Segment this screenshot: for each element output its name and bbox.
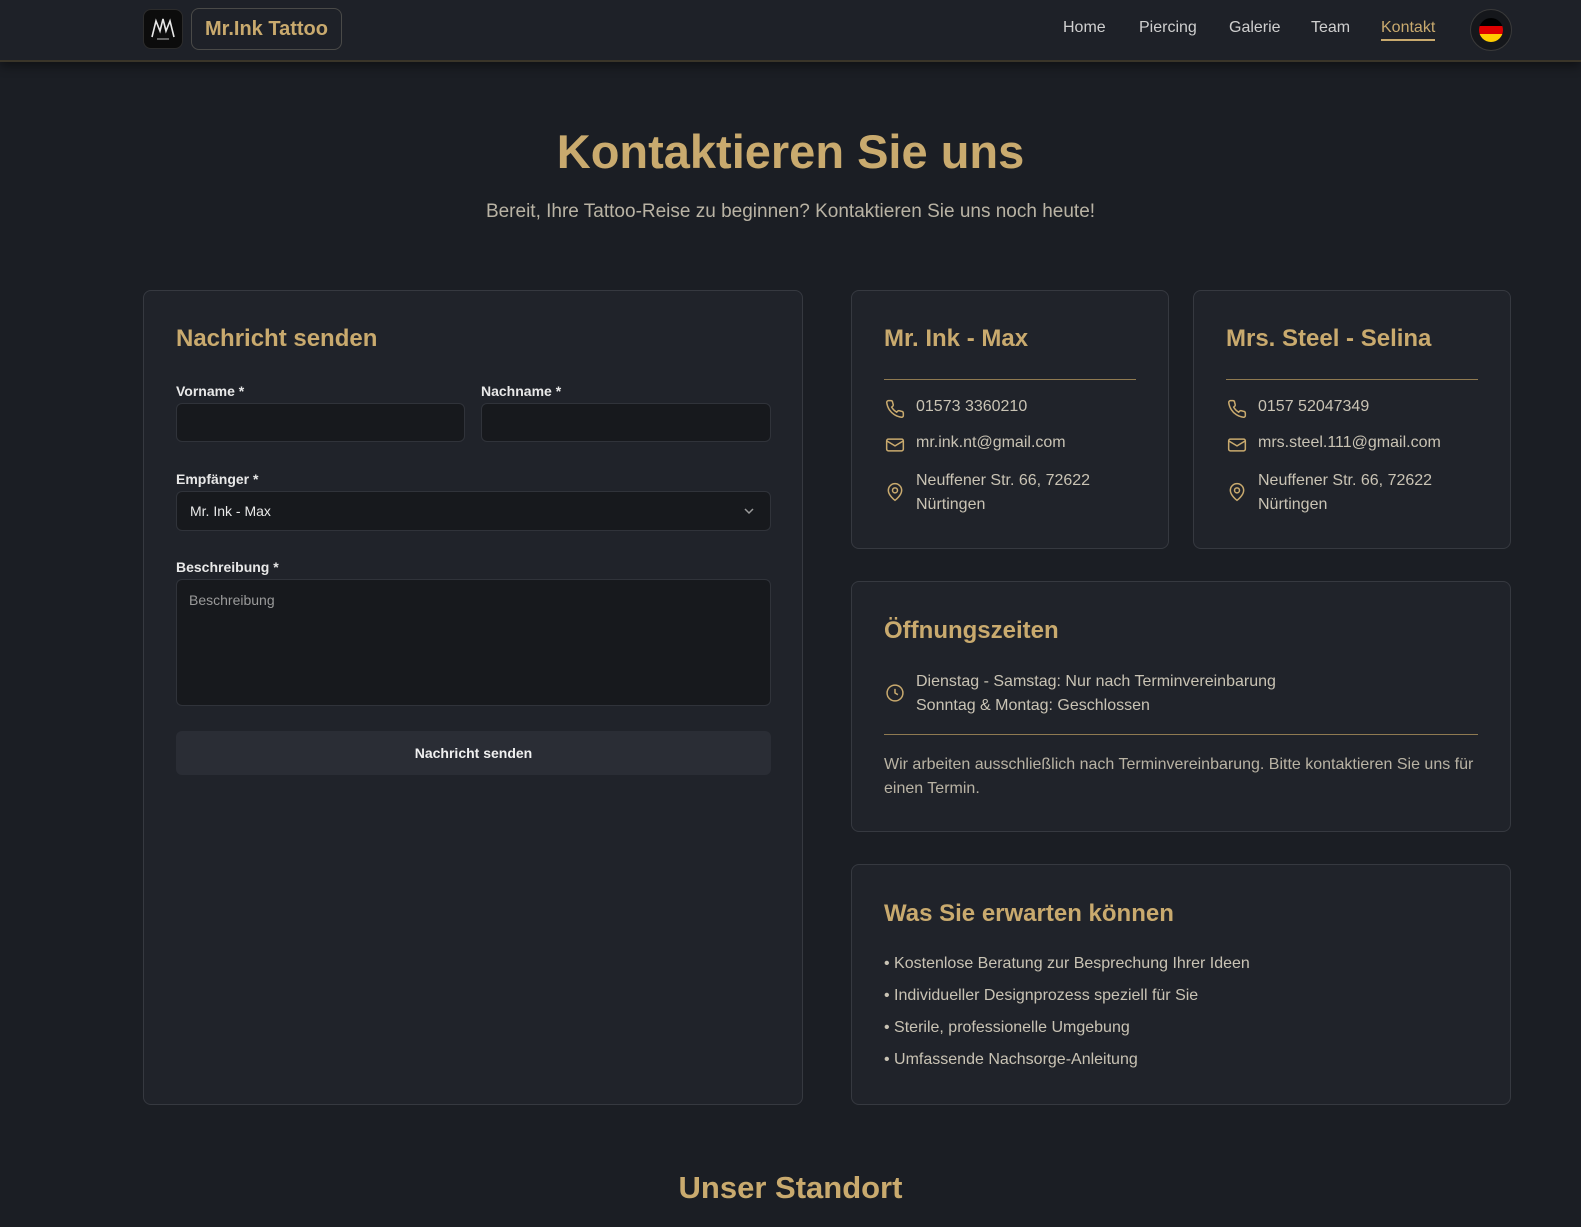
recipient-select[interactable]: Mr. Ink - Max [176, 491, 771, 531]
hours-row: Dienstag - Samstag: Nur nach Terminverei… [884, 670, 1276, 718]
page-subtitle: Bereit, Ihre Tattoo-Reise zu beginnen? K… [485, 201, 1096, 222]
contact-address-line2: Nürtingen [916, 496, 986, 513]
last-name-field[interactable] [481, 403, 771, 442]
hours-title: Öffnungszeiten [884, 617, 1059, 644]
list-item: • Kostenlose Beratung zur Besprechung Ih… [884, 955, 1250, 972]
description-label: Beschreibung * [176, 559, 279, 575]
contact-email: mr.ink.nt@gmail.com [916, 434, 1066, 451]
nav-link-galerie[interactable]: Galerie [1229, 19, 1281, 37]
phone-row[interactable]: 01573 3360210 [884, 398, 1027, 419]
last-name-label: Nachname * [481, 383, 562, 399]
list-item: • Sterile, professionelle Umgebung [884, 1019, 1130, 1036]
email-row[interactable]: mrs.steel.111@gmail.com [1226, 434, 1441, 455]
nav-link-home[interactable]: Home [1063, 19, 1106, 37]
navbar: Mr.Ink Tattoo Home Piercing Galerie Team… [0, 0, 1581, 62]
address-row: Neuffener Str. 66, 72622 Nürtingen [1226, 469, 1432, 517]
recipient-label: Empfänger * [176, 471, 259, 487]
contact-card-selina: Mrs. Steel - Selina 0157 52047349 mrs.st… [1193, 290, 1511, 549]
recipient-selected-value: Mr. Ink - Max [190, 503, 271, 519]
contact-name: Mr. Ink - Max [884, 325, 1029, 352]
email-row[interactable]: mr.ink.nt@gmail.com [884, 434, 1066, 455]
contact-address-line1: Neuffener Str. 66, 72622 [1258, 472, 1433, 489]
hours-line-weekdays: Dienstag - Samstag: Nur nach Terminverei… [916, 673, 1276, 690]
expectations-card: Was Sie erwarten können • Kostenlose Ber… [851, 864, 1511, 1105]
divider [1226, 379, 1478, 380]
contact-form-card: Nachricht senden Vorname * Nachname * Em… [143, 290, 803, 1105]
submit-button[interactable]: Nachricht senden [176, 731, 771, 775]
nav-link-kontakt[interactable]: Kontakt [1381, 19, 1436, 41]
contact-address-line2: Nürtingen [1258, 496, 1328, 513]
contact-phone: 01573 3360210 [916, 398, 1028, 415]
location-title: Unser Standort [678, 1170, 903, 1205]
first-name-field[interactable] [176, 403, 465, 442]
list-item: • Individueller Designprozess speziell f… [884, 987, 1199, 1004]
mail-icon [1227, 438, 1247, 452]
clock-icon [886, 684, 904, 702]
page-title: Kontaktieren Sie uns [556, 125, 1025, 178]
language-switch-button[interactable] [1470, 9, 1512, 51]
expect-title: Was Sie erwarten können [884, 900, 1174, 927]
list-item: • Umfassende Nachsorge-Anleitung [884, 1051, 1138, 1068]
divider [884, 734, 1478, 735]
contact-address-line1: Neuffener Str. 66, 72622 [916, 472, 1091, 489]
mail-icon [885, 438, 905, 452]
chevron-down-icon [744, 508, 754, 515]
logo-icon[interactable] [143, 9, 183, 49]
contact-email: mrs.steel.111@gmail.com [1258, 434, 1441, 451]
description-textarea[interactable] [176, 579, 771, 706]
phone-icon [1228, 399, 1247, 418]
contact-card-max: Mr. Ink - Max 01573 3360210 mr.ink.nt@gm… [851, 290, 1169, 549]
first-name-label: Vorname * [176, 383, 245, 399]
phone-row[interactable]: 0157 52047349 [1226, 398, 1369, 419]
hours-line-closed: Sonntag & Montag: Geschlossen [916, 697, 1150, 714]
divider [884, 379, 1136, 380]
hours-note: Wir arbeiten ausschließlich nach Terminv… [884, 756, 1474, 797]
contact-name: Mrs. Steel - Selina [1226, 325, 1432, 352]
address-row: Neuffener Str. 66, 72622 Nürtingen [884, 469, 1090, 517]
map-pin-icon [1229, 482, 1245, 502]
nav-link-team[interactable]: Team [1311, 19, 1350, 37]
map-pin-icon [887, 482, 903, 502]
brand-title[interactable]: Mr.Ink Tattoo [191, 8, 342, 50]
phone-icon [886, 399, 905, 418]
form-title: Nachricht senden [176, 325, 378, 352]
opening-hours-card: Öffnungszeiten Dienstag - Samstag: Nur n… [851, 581, 1511, 832]
contact-phone: 0157 52047349 [1258, 398, 1370, 415]
nav-link-piercing[interactable]: Piercing [1139, 19, 1197, 37]
flag-de-icon [1479, 18, 1503, 42]
